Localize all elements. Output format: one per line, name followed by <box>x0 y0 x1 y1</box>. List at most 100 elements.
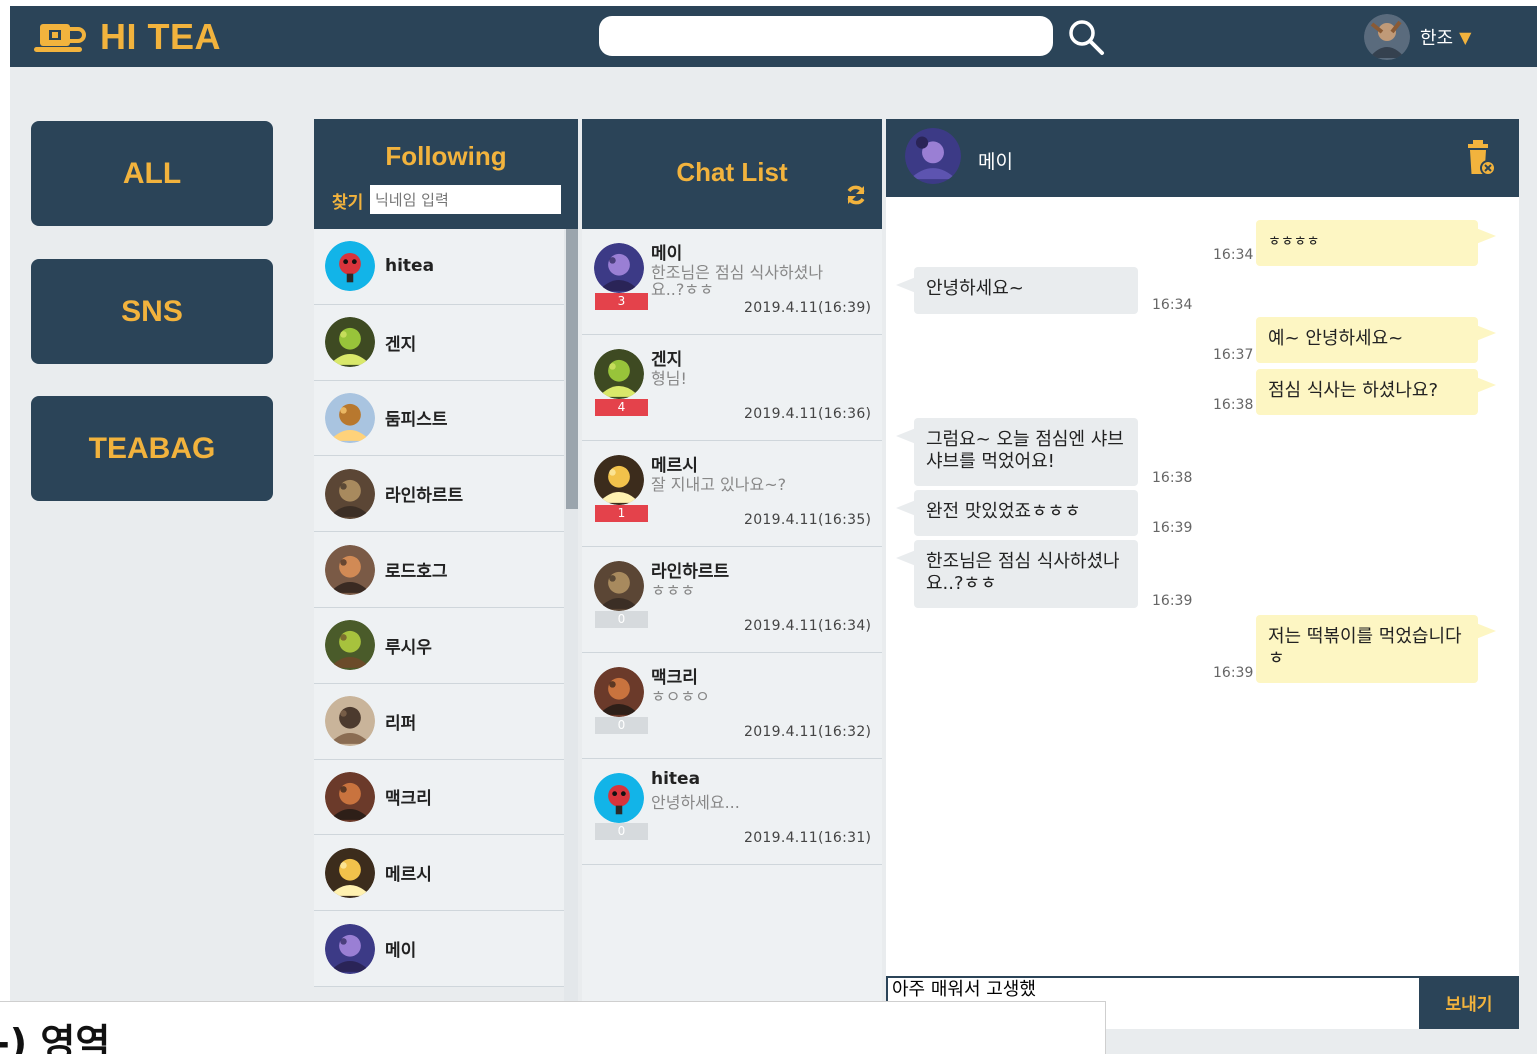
message-received: 안녕하세요~ <box>896 267 1138 314</box>
chat-partner-name: 메이 <box>978 151 1013 173</box>
user-menu[interactable]: 한조 ▼ <box>1364 14 1471 60</box>
chat-item-preview: 한조님은 점심 식사하셨나요..?ㅎㅎ <box>651 264 824 298</box>
following-name: 루시우 <box>385 637 432 658</box>
message-received: 완전 맛있었죠ㅎㅎㅎ <box>896 490 1138 536</box>
following-panel: Following 찾기 hitea 겐지둠피스트라인하르트로드호그루시우리퍼맥크… <box>314 119 578 1054</box>
chevron-down-icon: ▼ <box>1459 27 1472 47</box>
chat-item-name: 메이 <box>651 244 683 264</box>
avatar <box>594 561 644 611</box>
chat-item-name: 겐지 <box>651 350 683 370</box>
avatar <box>325 771 375 822</box>
chat-item-preview: 안녕하세요... <box>651 794 740 811</box>
following-item[interactable]: 로드호그 <box>314 532 564 608</box>
chat-list-item[interactable]: 맥크리 ㅎㅇㅎㅇ 0 2019.4.11(16:32) <box>582 653 882 759</box>
search-input[interactable] <box>599 16 1053 56</box>
overlay-text: -) 영역 <box>0 1021 111 1054</box>
following-name: 로드호그 <box>385 562 448 583</box>
chat-list-item[interactable]: 메르시 잘 지내고 있나요~? 1 2019.4.11(16:35) <box>582 441 882 547</box>
chat-list-item[interactable]: 겐지 형님! 4 2019.4.11(16:36) <box>582 335 882 441</box>
app-page: HI TEA 한조 ▼ ALL SNS TEABAG Following 찾기 … <box>10 6 1537 1054</box>
following-item[interactable]: 루시우 <box>314 607 564 684</box>
chat-room-panel: 메이 ㅎㅎㅎㅎ 16:34 안녕하세요~ 16:34 예~ 안녕하세요~ 16:37 점심 … <box>886 119 1519 1029</box>
following-item[interactable]: 메이 <box>314 911 564 987</box>
following-name: 둠피스트 <box>385 410 448 431</box>
menu-teabag-button[interactable]: TEABAG <box>31 396 273 501</box>
chat-item-name: 맥크리 <box>651 668 698 688</box>
following-item[interactable]: 라인하르트 <box>314 456 564 533</box>
avatar <box>905 128 961 184</box>
chat-item-preview: ㅎㅇㅎㅇ <box>651 688 710 705</box>
message-time: 16:37 <box>1213 347 1254 363</box>
unread-badge: 0 <box>595 823 648 840</box>
following-list: hitea 겐지둠피스트라인하르트로드호그루시우리퍼맥크리메르시메이 <box>314 229 564 987</box>
overlay-fragment: -) 영역 <box>0 1001 1106 1054</box>
following-item[interactable]: 겐지 <box>314 304 564 381</box>
refresh-icon[interactable] <box>844 183 868 207</box>
message-time: 16:38 <box>1152 470 1193 486</box>
message-time: 16:34 <box>1213 247 1254 263</box>
following-name: 라인하르트 <box>385 486 464 507</box>
avatar <box>594 667 644 717</box>
chat-item-time: 2019.4.11(16:36) <box>744 406 872 422</box>
message-received: 그럼요~ 오늘 점심엔 샤브샤브를 먹었어요! <box>896 418 1138 486</box>
chat-list-title: Chat List <box>676 157 788 187</box>
avatar <box>1364 14 1410 60</box>
avatar <box>325 468 375 519</box>
chat-room-header: 메이 <box>886 119 1519 197</box>
user-name: 한조 <box>1420 28 1454 49</box>
chat-item-name: 메르시 <box>651 456 698 476</box>
chat-list-item[interactable]: 라인하르트 ㅎㅎㅎ 0 2019.4.11(16:34) <box>582 547 882 653</box>
following-title: Following <box>385 141 507 171</box>
following-item[interactable]: 둠피스트 <box>314 380 564 457</box>
following-item[interactable]: 맥크리 <box>314 759 564 836</box>
search-icon[interactable] <box>1066 18 1106 58</box>
following-item[interactable]: 메르시 <box>314 835 564 912</box>
avatar <box>325 923 375 974</box>
avatar <box>325 696 375 747</box>
message-sent: 저는 떡볶이를 먹었습니다ㅎ <box>1256 615 1496 683</box>
message-sent: 예~ 안녕하세요~ <box>1256 317 1496 363</box>
menu-all-button[interactable]: ALL <box>31 121 273 226</box>
unread-badge: 1 <box>595 505 648 522</box>
following-item[interactable]: hitea <box>314 229 564 305</box>
menu-sns-button[interactable]: SNS <box>31 259 273 364</box>
avatar <box>594 349 644 399</box>
unread-badge: 0 <box>595 717 648 734</box>
avatar <box>325 392 375 443</box>
unread-badge: 0 <box>595 611 648 628</box>
following-item[interactable]: 리퍼 <box>314 683 564 760</box>
chat-item-preview: ㅎㅎㅎ <box>651 582 696 599</box>
chat-list-item[interactable]: 메이 한조님은 점심 식사하셨나요..?ㅎㅎ 3 2019.4.11(16:39) <box>582 229 882 335</box>
avatar <box>325 544 375 595</box>
following-header: Following 찾기 <box>314 119 578 229</box>
message-time: 16:39 <box>1152 593 1193 609</box>
following-name: 리퍼 <box>385 713 417 734</box>
scrollbar-thumb[interactable] <box>566 229 578 509</box>
avatar <box>325 620 375 671</box>
message-received: 한조님은 점심 식사하셨나요..?ㅎㅎ <box>896 540 1138 608</box>
following-name: 메이 <box>385 941 417 962</box>
find-label: 찾기 <box>332 193 364 213</box>
following-name: 겐지 <box>385 334 417 355</box>
logo[interactable]: HI TEA <box>34 16 221 57</box>
trash-icon[interactable] <box>1466 139 1496 177</box>
chat-list: 메이 한조님은 점심 식사하셨나요..?ㅎㅎ 3 2019.4.11(16:39) 겐지… <box>582 229 882 865</box>
chat-item-time: 2019.4.11(16:35) <box>744 512 872 528</box>
avatar <box>594 455 644 505</box>
scrollbar[interactable] <box>564 229 578 1054</box>
chat-item-preview: 잘 지내고 있나요~? <box>651 476 787 493</box>
chat-item-time: 2019.4.11(16:31) <box>744 830 872 846</box>
nickname-search-input[interactable] <box>370 185 561 214</box>
message-time: 16:38 <box>1213 397 1254 413</box>
tea-cup-icon <box>34 24 86 52</box>
message-sent: 점심 식사는 하셨나요? <box>1256 369 1496 415</box>
avatar <box>594 773 644 823</box>
following-name: 맥크리 <box>385 789 432 810</box>
chat-item-time: 2019.4.11(16:32) <box>744 724 872 740</box>
message-time: 16:34 <box>1152 297 1193 313</box>
send-button[interactable]: 보내기 <box>1419 976 1519 1029</box>
following-name: 메르시 <box>385 865 432 886</box>
chat-list-item[interactable]: hitea 안녕하세요... 0 2019.4.11(16:31) <box>582 759 882 865</box>
avatar <box>325 317 375 368</box>
unread-badge: 3 <box>595 293 648 310</box>
